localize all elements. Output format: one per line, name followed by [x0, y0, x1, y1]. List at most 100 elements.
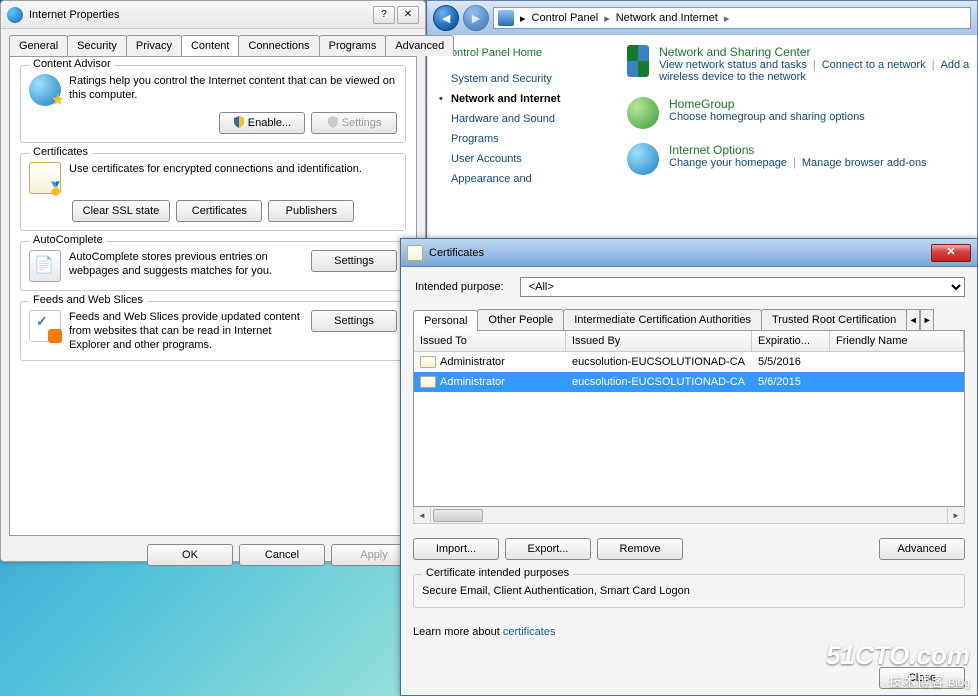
cert-tab[interactable]: Other People	[477, 309, 564, 330]
certificate-icon	[407, 245, 423, 261]
tab-scroll-arrow[interactable]: ►	[920, 309, 934, 330]
autocomplete-icon	[29, 250, 61, 282]
cert-list: Issued To Issued By Expiratio... Friendl…	[413, 331, 965, 507]
col-issued-by[interactable]: Issued By	[566, 331, 752, 351]
cert-tab[interactable]: Intermediate Certification Authorities	[563, 309, 762, 330]
tab-security[interactable]: Security	[67, 35, 127, 56]
cert-tabstrip: PersonalOther PeopleIntermediate Certifi…	[413, 309, 965, 331]
cert-tab[interactable]: Trusted Root Certification	[761, 309, 907, 330]
internet-icon	[7, 7, 23, 23]
help-button[interactable]: ?	[373, 6, 395, 24]
advanced-button[interactable]: Advanced	[879, 538, 965, 560]
cert-row[interactable]: Administratoreucsolution-EUCSOLUTIONAD-C…	[414, 352, 964, 372]
scroll-thumb[interactable]	[433, 509, 483, 522]
control-panel-icon	[498, 10, 514, 26]
category-icon	[627, 45, 649, 77]
content-advisor-group: Content Advisor Ratings help you control…	[20, 65, 406, 143]
ok-button[interactable]: OK	[147, 544, 233, 566]
cert-tab[interactable]: Personal	[413, 310, 478, 331]
cp-category: HomeGroupChoose homegroup and sharing op…	[627, 97, 977, 129]
sidebar-item[interactable]: User Accounts	[443, 149, 611, 169]
category-title[interactable]: HomeGroup	[669, 97, 865, 111]
tab-connections[interactable]: Connections	[238, 35, 319, 56]
autocomplete-text: AutoComplete stores previous entries on …	[69, 250, 303, 282]
ip-titlebar[interactable]: Internet Properties ? ✕	[1, 1, 425, 29]
publishers-button[interactable]: Publishers	[268, 200, 354, 222]
intended-purpose-label: Intended purpose:	[413, 281, 504, 293]
tab-content[interactable]: Content	[181, 35, 240, 56]
group-legend: AutoComplete	[29, 234, 107, 246]
group-legend: Certificates	[29, 146, 92, 158]
scroll-left-icon[interactable]: ◄	[414, 508, 431, 523]
autocomplete-group: AutoComplete AutoComplete stores previou…	[20, 241, 406, 291]
category-title[interactable]: Network and Sharing Center	[659, 45, 977, 59]
tab-privacy[interactable]: Privacy	[126, 35, 182, 56]
cert-titlebar[interactable]: Certificates ✕	[401, 239, 977, 267]
horizontal-scrollbar[interactable]: ◄ ►	[413, 507, 965, 524]
certificates-button[interactable]: Certificates	[176, 200, 262, 222]
crumb-control-panel[interactable]: Control Panel	[532, 12, 599, 24]
category-link[interactable]: Choose homegroup and sharing options	[669, 111, 865, 123]
cip-text: Secure Email, Client Authentication, Sma…	[422, 585, 956, 597]
control-panel-window: ◄ ► ▸ Control Panel ▸ Network and Intern…	[426, 0, 978, 250]
cert-close-button[interactable]: Close	[879, 667, 965, 689]
remove-button[interactable]: Remove	[597, 538, 683, 560]
export-button[interactable]: Export...	[505, 538, 591, 560]
import-button[interactable]: Import...	[413, 538, 499, 560]
nav-forward-button[interactable]: ►	[463, 5, 489, 31]
close-button[interactable]: ✕	[931, 244, 971, 262]
category-link[interactable]: View network status and tasks	[659, 59, 807, 71]
group-legend: Feeds and Web Slices	[29, 294, 147, 306]
scroll-right-icon[interactable]: ►	[947, 508, 964, 523]
feeds-text: Feeds and Web Slices provide updated con…	[69, 310, 303, 352]
cert-row-icon	[420, 376, 436, 388]
sidebar-item[interactable]: Network and Internet	[443, 89, 611, 109]
sidebar-item[interactable]: Appearance and	[443, 169, 611, 189]
cert-list-header[interactable]: Issued To Issued By Expiratio... Friendl…	[414, 331, 964, 352]
nav-back-button[interactable]: ◄	[433, 5, 459, 31]
globe-star-icon	[29, 74, 61, 106]
category-link[interactable]: Change your homepage	[669, 157, 787, 169]
internet-properties-dialog: Internet Properties ? ✕ GeneralSecurityP…	[0, 0, 426, 562]
col-friendly-name[interactable]: Friendly Name	[830, 331, 964, 351]
category-title[interactable]: Internet Options	[669, 143, 927, 157]
feeds-icon	[29, 310, 61, 342]
close-button[interactable]: ✕	[397, 6, 419, 24]
sidebar-item[interactable]: Programs	[443, 129, 611, 149]
learn-more-link[interactable]: certificates	[503, 626, 556, 638]
category-icon	[627, 143, 659, 175]
cp-category: Internet OptionsChange your homepage|Man…	[627, 143, 977, 175]
category-icon	[627, 97, 659, 129]
cp-category: Network and Sharing CenterView network s…	[627, 45, 977, 83]
cert-title: Certificates	[429, 247, 931, 259]
certificates-dialog: Certificates ✕ Intended purpose: <All> P…	[400, 238, 978, 696]
cancel-button[interactable]: Cancel	[239, 544, 325, 566]
cp-home-link[interactable]: Control Panel Home	[443, 47, 611, 59]
clear-ssl-button[interactable]: Clear SSL state	[72, 200, 171, 222]
crumb-network[interactable]: Network and Internet	[616, 12, 718, 24]
cert-intended-purposes-group: Certificate intended purposes Secure Ema…	[413, 574, 965, 608]
enable-button[interactable]: Enable...	[219, 112, 305, 134]
tab-programs[interactable]: Programs	[319, 35, 387, 56]
ip-tabstrip: GeneralSecurityPrivacyContentConnections…	[1, 29, 425, 56]
cert-row[interactable]: Administratoreucsolution-EUCSOLUTIONAD-C…	[414, 372, 964, 392]
sidebar-item[interactable]: Hardware and Sound	[443, 109, 611, 129]
tab-advanced[interactable]: Advanced	[385, 35, 454, 56]
feeds-group: Feeds and Web Slices Feeds and Web Slice…	[20, 301, 406, 361]
category-link[interactable]: Connect to a network	[822, 59, 926, 71]
feeds-settings-button[interactable]: Settings	[311, 310, 397, 332]
ac-settings-button[interactable]: Settings	[311, 250, 397, 272]
sidebar-item[interactable]: System and Security	[443, 69, 611, 89]
address-bar[interactable]: ▸ Control Panel ▸ Network and Internet ▸	[493, 7, 971, 29]
category-link[interactable]: Manage browser add-ons	[802, 157, 927, 169]
tab-scroll-arrow[interactable]: ◄	[906, 309, 920, 330]
col-expiration[interactable]: Expiratio...	[752, 331, 830, 351]
intended-purpose-select[interactable]: <All>	[520, 277, 965, 297]
tab-general[interactable]: General	[9, 35, 68, 56]
certificate-icon	[29, 162, 61, 194]
cp-sidebar: Control Panel Home System and SecurityNe…	[427, 35, 627, 249]
shield-icon	[327, 115, 339, 127]
col-issued-to[interactable]: Issued To	[414, 331, 566, 351]
ca-settings-button: Settings	[311, 112, 397, 134]
shield-icon	[233, 115, 245, 127]
